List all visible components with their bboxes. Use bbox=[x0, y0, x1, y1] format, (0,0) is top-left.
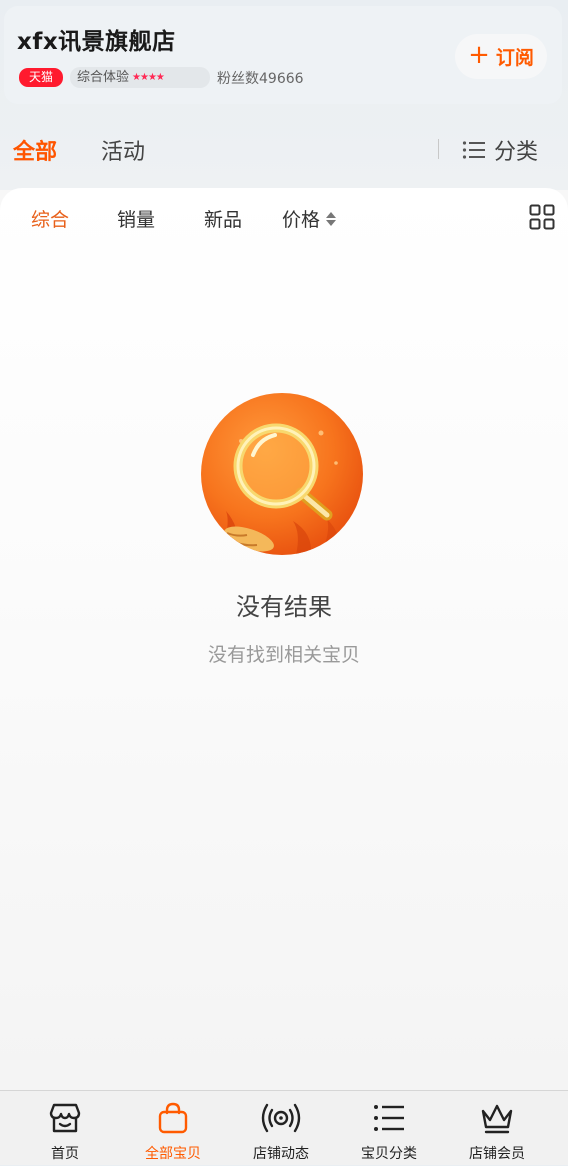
magnifier-illustration-icon bbox=[201, 393, 363, 555]
storefront-icon bbox=[49, 1103, 81, 1133]
tab-divider bbox=[438, 139, 439, 159]
shopping-bag-icon bbox=[158, 1102, 188, 1134]
nav-label-store-news: 店铺动态 bbox=[253, 1146, 309, 1162]
nav-label-all-products: 全部宝贝 bbox=[145, 1146, 201, 1162]
sort-sales[interactable]: 销量 bbox=[117, 205, 155, 232]
bottom-nav: 首页 全部宝贝 店铺动态 宝贝分类 店铺会员 bbox=[0, 1090, 568, 1165]
tab-activity[interactable]: 活动 bbox=[101, 134, 145, 166]
crown-icon bbox=[481, 1104, 513, 1134]
store-rating[interactable]: 综合体验 ★★★★ bbox=[70, 67, 210, 88]
empty-result-title: 没有结果 bbox=[236, 593, 332, 621]
broadcast-icon bbox=[261, 1103, 301, 1133]
nav-label-product-categories: 宝贝分类 bbox=[361, 1146, 417, 1162]
tab-all[interactable]: 全部 bbox=[13, 134, 57, 166]
grid-view-icon[interactable] bbox=[529, 204, 555, 230]
nav-item-all-products[interactable]: 全部宝贝 bbox=[119, 1091, 227, 1166]
category-label: 分类 bbox=[494, 140, 539, 165]
sort-comprehensive[interactable]: 综合 bbox=[31, 205, 69, 232]
sort-price-label: 价格 bbox=[282, 209, 321, 231]
rating-stars: ★★★★ bbox=[132, 72, 165, 83]
subscribe-label: 订阅 bbox=[495, 47, 534, 69]
sort-price[interactable]: 价格 bbox=[282, 205, 337, 232]
nav-label-home: 首页 bbox=[51, 1146, 79, 1162]
product-list-panel bbox=[0, 188, 568, 1090]
empty-result-subtitle: 没有找到相关宝贝 bbox=[207, 644, 360, 666]
sort-new[interactable]: 新品 bbox=[204, 205, 242, 232]
tmall-badge: 天猫 bbox=[19, 68, 63, 87]
subscribe-button[interactable]: + 订阅 bbox=[455, 34, 547, 79]
nav-item-home[interactable]: 首页 bbox=[11, 1091, 119, 1166]
nav-item-store-membership[interactable]: 店铺会员 bbox=[443, 1091, 551, 1166]
nav-item-store-news[interactable]: 店铺动态 bbox=[227, 1091, 335, 1166]
nav-item-product-categories[interactable]: 宝贝分类 bbox=[335, 1091, 443, 1166]
list-icon bbox=[462, 141, 485, 159]
nav-label-store-membership: 店铺会员 bbox=[469, 1146, 525, 1162]
store-name[interactable]: xfx讯景旗舰店 bbox=[17, 22, 176, 56]
rating-label: 综合体验 bbox=[77, 70, 130, 85]
plus-icon: + bbox=[468, 40, 490, 70]
sort-arrows-icon bbox=[326, 211, 337, 226]
fans-count: 粉丝数49666 bbox=[217, 71, 304, 87]
category-button[interactable]: 分类 bbox=[462, 134, 538, 166]
list-icon bbox=[374, 1105, 404, 1131]
